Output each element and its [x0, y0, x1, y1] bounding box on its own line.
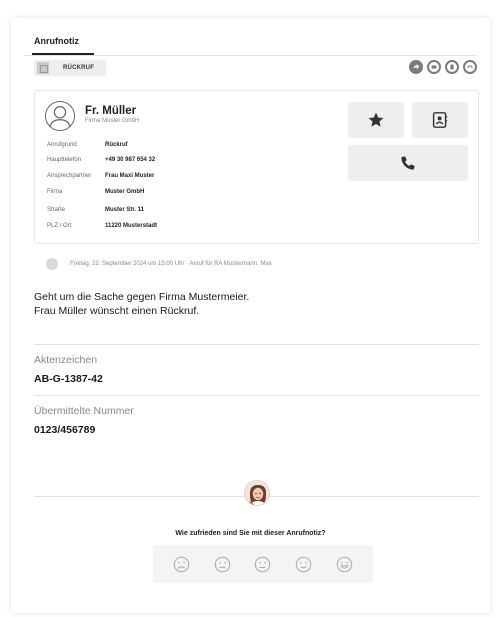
toolbar-icons: [409, 60, 477, 74]
agent-avatar: [244, 480, 270, 506]
toolbar: RÜCKRUF: [32, 58, 477, 78]
archive-icon[interactable]: [445, 60, 459, 74]
aktenzeichen-label: Aktenzeichen: [34, 354, 98, 366]
timeline-entry: Freitag, 22. September 2024 um 15:00 Uhr…: [46, 258, 272, 270]
field-label: Straße: [47, 207, 66, 213]
tab-anrufnotiz[interactable]: Anrufnotiz: [34, 36, 79, 46]
nummer-value: 0123/456789: [34, 424, 96, 436]
tab-bar: Anrufnotiz: [24, 28, 477, 56]
feedback-question: Wie zufrieden sind Sie mit dieser Anrufn…: [175, 530, 326, 537]
very-happy-icon[interactable]: [336, 556, 353, 573]
unhappy-icon[interactable]: [214, 556, 231, 573]
phone-icon: [401, 156, 415, 170]
field-row: Firma Muster GmbH: [47, 189, 144, 195]
divider: [34, 344, 479, 345]
contact-card-button[interactable]: [412, 102, 468, 138]
contact-name: Fr. Müller: [85, 105, 137, 117]
forward-icon[interactable]: [409, 60, 423, 74]
field-label: Ansprechpartner: [47, 173, 92, 179]
field-value: Muster Str. 11: [105, 207, 145, 213]
redo-icon[interactable]: [463, 60, 477, 74]
field-value[interactable]: +49 30 987 654 32: [105, 157, 155, 163]
active-tab-indicator: [32, 53, 94, 55]
contact-avatar: [45, 101, 75, 131]
very-unhappy-icon[interactable]: [173, 556, 190, 573]
field-value: Frau Maxi Muster: [105, 173, 155, 179]
field-label: Haupttelefon: [47, 157, 82, 163]
contact-box: Fr. Müller Firma Muster GmbH Anrufgrund …: [34, 90, 479, 244]
call-button[interactable]: [348, 145, 468, 181]
field-label: PLZ / Ort: [47, 223, 72, 229]
rating-bar: [153, 545, 373, 583]
field-row: Ansprechpartner Frau Maxi Muster: [47, 173, 154, 179]
field-value: Rückruf: [105, 142, 128, 148]
favorite-button[interactable]: [348, 102, 404, 138]
field-row: PLZ / Ort 11220 Musterstadt: [47, 223, 157, 229]
person-icon: [49, 106, 71, 130]
field-value: Muster GmbH: [105, 189, 145, 195]
rueckruf-badge[interactable]: RÜCKRUF: [34, 60, 106, 76]
timeline-text: Freitag, 22. September 2024 um 15:00 Uhr…: [70, 261, 272, 267]
contact-company: Firma Muster GmbH: [85, 118, 140, 124]
field-row: Haupttelefon +49 30 987 654 32: [47, 157, 155, 163]
contact-card-icon: [432, 112, 448, 128]
nummer-label: Übermittelte Nummer: [34, 405, 134, 417]
star-icon: [368, 112, 384, 127]
note-text: Geht um die Sache gegen Firma Mustermeie…: [34, 290, 474, 318]
print-icon[interactable]: [427, 60, 441, 74]
note-line: Frau Müller wünscht einen Rückruf.: [34, 305, 200, 317]
field-label: Anrufgrund: [47, 142, 77, 148]
checkbox-icon: [37, 62, 49, 74]
field-value: 11220 Musterstadt: [105, 223, 158, 229]
happy-icon[interactable]: [295, 556, 312, 573]
neutral-icon[interactable]: [254, 556, 271, 573]
timeline-dot-icon: [46, 258, 58, 270]
note-line: Geht um die Sache gegen Firma Mustermeie…: [34, 291, 250, 303]
rueckruf-badge-label: RÜCKRUF: [63, 65, 95, 71]
aktenzeichen-value: AB-G-1387-42: [34, 373, 103, 385]
divider: [34, 395, 479, 396]
field-label: Firma: [47, 189, 63, 195]
field-row: Straße Muster Str. 11: [47, 207, 144, 213]
field-row: Anrufgrund Rückruf: [47, 142, 128, 148]
